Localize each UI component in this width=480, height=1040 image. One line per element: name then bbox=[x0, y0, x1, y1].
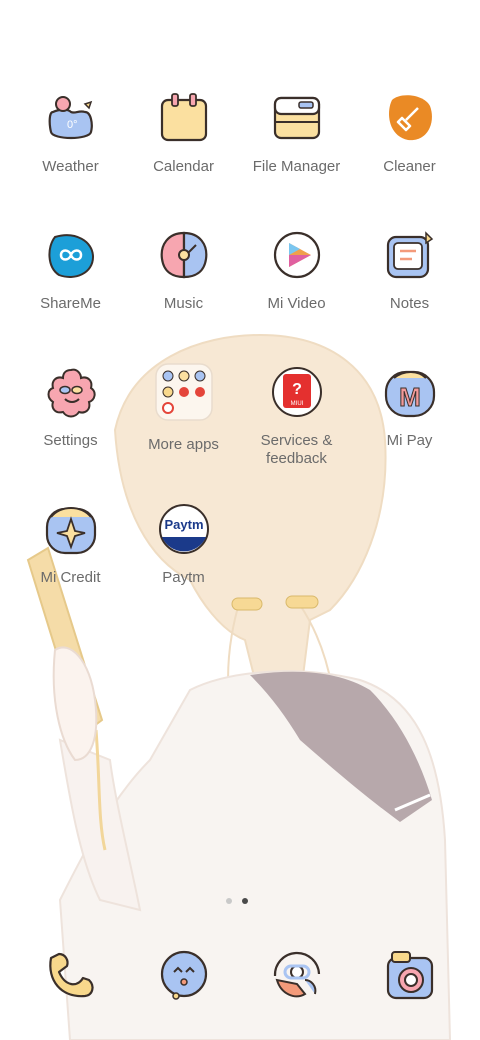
app-label: Settings bbox=[43, 432, 98, 449]
music-icon bbox=[160, 231, 207, 279]
sparkle-icon bbox=[45, 507, 96, 555]
app-weather[interactable]: 0° Weather bbox=[14, 92, 127, 176]
flower-face-icon bbox=[47, 368, 96, 418]
svg-text:Paytm: Paytm bbox=[164, 517, 203, 532]
page-indicator[interactable] bbox=[226, 898, 248, 904]
app-label: Cleaner bbox=[383, 158, 436, 175]
app-file-manager[interactable]: File Manager bbox=[240, 92, 353, 176]
app-calendar[interactable]: Calendar bbox=[127, 92, 240, 176]
app-more-apps[interactable]: More apps bbox=[127, 363, 240, 454]
shareme-infinity-icon bbox=[48, 234, 94, 278]
phone-icon[interactable] bbox=[45, 950, 97, 1002]
app-music[interactable]: Music bbox=[127, 229, 240, 313]
file-manager-icon bbox=[273, 96, 320, 140]
app-label: Music bbox=[163, 295, 204, 312]
app-services-feedback[interactable]: ? MIUI Services & feedback bbox=[240, 366, 353, 468]
play-icon bbox=[273, 231, 320, 279]
svg-text:MIUI: MIUI bbox=[290, 401, 303, 407]
app-mi-credit[interactable]: Mi Credit bbox=[14, 503, 127, 587]
app-label: Mi Credit bbox=[40, 569, 101, 586]
app-cleaner[interactable]: Cleaner bbox=[353, 92, 466, 176]
app-label: Mi Video bbox=[267, 295, 326, 312]
app-label: Weather bbox=[42, 158, 99, 175]
camera-icon[interactable] bbox=[384, 950, 436, 1002]
svg-text:0°: 0° bbox=[67, 119, 78, 131]
mi-pay-icon: M bbox=[384, 370, 435, 418]
app-mi-video[interactable]: Mi Video bbox=[240, 229, 353, 313]
app-shareme[interactable]: ShareMe bbox=[14, 229, 127, 313]
folder-icon bbox=[154, 363, 213, 421]
broom-icon bbox=[388, 95, 432, 141]
app-label: More apps bbox=[148, 436, 219, 453]
question-icon: ? MIUI bbox=[271, 367, 322, 417]
app-mi-pay[interactable]: M Mi Pay bbox=[353, 366, 466, 450]
app-label: Notes bbox=[389, 295, 430, 312]
svg-text:M: M bbox=[399, 382, 421, 412]
page-dot-1[interactable] bbox=[226, 898, 232, 904]
app-settings[interactable]: Settings bbox=[14, 366, 127, 450]
app-label: File Manager bbox=[252, 158, 341, 175]
messages-icon[interactable] bbox=[158, 950, 210, 1002]
app-label: ShareMe bbox=[40, 295, 101, 312]
paytm-icon: Paytm bbox=[158, 504, 209, 554]
weather-icon: 0° bbox=[48, 96, 93, 140]
page-dot-2[interactable] bbox=[242, 898, 248, 904]
app-label: Services & feedback bbox=[260, 432, 333, 467]
app-paytm[interactable]: Paytm Paytm bbox=[127, 503, 240, 587]
svg-text:?: ? bbox=[292, 381, 302, 398]
app-label: Mi Pay bbox=[386, 432, 433, 449]
app-notes[interactable]: Notes bbox=[353, 229, 466, 313]
notes-icon bbox=[386, 231, 433, 279]
app-label: Paytm bbox=[162, 569, 205, 586]
app-label: Calendar bbox=[153, 158, 214, 175]
calendar-icon bbox=[160, 93, 207, 142]
browser-icon[interactable] bbox=[271, 950, 323, 1002]
